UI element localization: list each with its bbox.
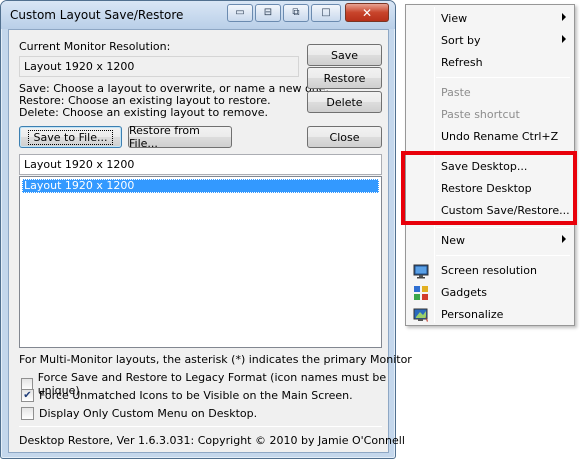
menu-item-label: Personalize bbox=[441, 308, 504, 321]
option-label: Display Only Custom Menu on Desktop. bbox=[39, 407, 258, 420]
menu-item-label: Paste bbox=[441, 86, 471, 99]
menu-item-new[interactable]: New bbox=[408, 230, 572, 252]
current-resolution-field: Layout 1920 x 1200 bbox=[19, 56, 299, 77]
menu-separator bbox=[436, 255, 570, 256]
close-icon: ✕ bbox=[361, 5, 373, 20]
maximize-icon[interactable]: □ bbox=[311, 4, 341, 22]
menu-item-refresh[interactable]: Refresh bbox=[408, 52, 572, 74]
menu-item-paste-shortcut[interactable]: Paste shortcut bbox=[408, 104, 572, 126]
menu-item-sort-by[interactable]: Sort by bbox=[408, 30, 572, 52]
highlight-annotation bbox=[401, 151, 577, 225]
menu-item-label: Refresh bbox=[441, 56, 483, 69]
menu-item-label: Sort by bbox=[441, 34, 481, 47]
footer-copyright: Desktop Restore, Ver 1.6.3.031: Copyrigh… bbox=[19, 434, 405, 447]
menu-item-view[interactable]: View bbox=[408, 8, 572, 30]
layout-listbox[interactable]: Layout 1920 x 1200 bbox=[19, 176, 382, 348]
window-title: Custom Layout Save/Restore bbox=[10, 8, 184, 22]
footer-divider bbox=[19, 426, 382, 427]
multi-monitor-note: For Multi-Monitor layouts, the asterisk … bbox=[19, 353, 412, 366]
save-to-file-button[interactable]: Save to File... bbox=[19, 126, 122, 148]
help-text-delete: Delete: Choose an existing layout to rem… bbox=[19, 106, 268, 119]
dialog-body: Current Monitor Resolution: Layout 1920 … bbox=[8, 29, 412, 453]
checkmark-icon: ✔ bbox=[23, 389, 32, 401]
menu-item-label: View bbox=[441, 12, 468, 25]
menu-item-screen-resolution[interactable]: Screen resolution bbox=[408, 260, 572, 282]
system-menu-icon[interactable]: ▭ bbox=[227, 4, 253, 22]
menu-item-undo-rename[interactable]: Undo Rename Ctrl+Z bbox=[408, 126, 572, 148]
submenu-arrow-icon bbox=[562, 35, 566, 43]
menu-item-label: New bbox=[441, 234, 465, 247]
restore-button[interactable]: Restore bbox=[307, 67, 382, 89]
delete-button[interactable]: Delete bbox=[307, 91, 382, 113]
restore-from-file-button[interactable]: Restore from File... bbox=[128, 124, 232, 150]
list-item[interactable]: Layout 1920 x 1200 bbox=[22, 179, 379, 193]
save-to-file-label: Save to File... bbox=[27, 129, 114, 145]
window-close-button[interactable]: ✕ bbox=[345, 3, 389, 22]
personalize-icon bbox=[413, 307, 429, 323]
menu-separator bbox=[436, 227, 570, 228]
option-force-visible[interactable]: ✔ Force Unmatched Icons to be Visible on… bbox=[21, 389, 353, 402]
menu-item-label: Screen resolution bbox=[441, 264, 537, 277]
submenu-arrow-icon bbox=[562, 13, 566, 21]
close-button[interactable]: Close bbox=[307, 126, 382, 148]
monitor-icon bbox=[413, 263, 429, 279]
custom-layout-dialog: Custom Layout Save/Restore ▭ ⊟ ⧉ □ ✕ Cur… bbox=[0, 0, 412, 459]
submenu-arrow-icon bbox=[562, 235, 566, 243]
option-custom-menu-only[interactable]: Display Only Custom Menu on Desktop. bbox=[21, 407, 257, 420]
menu-separator bbox=[436, 77, 570, 78]
menu-item-personalize[interactable]: Personalize bbox=[408, 304, 572, 326]
menu-item-label: Gadgets bbox=[441, 286, 488, 299]
current-resolution-label: Current Monitor Resolution: bbox=[19, 40, 171, 53]
help-icon[interactable]: ⊟ bbox=[255, 4, 281, 22]
menu-item-label: Paste shortcut bbox=[441, 108, 520, 121]
custom-menu-only-checkbox[interactable] bbox=[21, 407, 34, 420]
gadgets-icon bbox=[413, 285, 429, 301]
option-label: Force Unmatched Icons to be Visible on t… bbox=[39, 389, 353, 402]
menu-item-gadgets[interactable]: Gadgets bbox=[408, 282, 572, 304]
title-bar[interactable]: Custom Layout Save/Restore ▭ ⊟ ⧉ □ ✕ bbox=[1, 1, 395, 29]
menu-item-label: Undo Rename Ctrl+Z bbox=[441, 130, 559, 143]
menu-item-paste[interactable]: Paste bbox=[408, 82, 572, 104]
force-visible-checkbox[interactable]: ✔ bbox=[21, 389, 34, 402]
restore-window-icon[interactable]: ⧉ bbox=[283, 4, 309, 22]
layout-name-input[interactable]: Layout 1920 x 1200 bbox=[19, 154, 382, 175]
save-button[interactable]: Save bbox=[307, 44, 382, 66]
